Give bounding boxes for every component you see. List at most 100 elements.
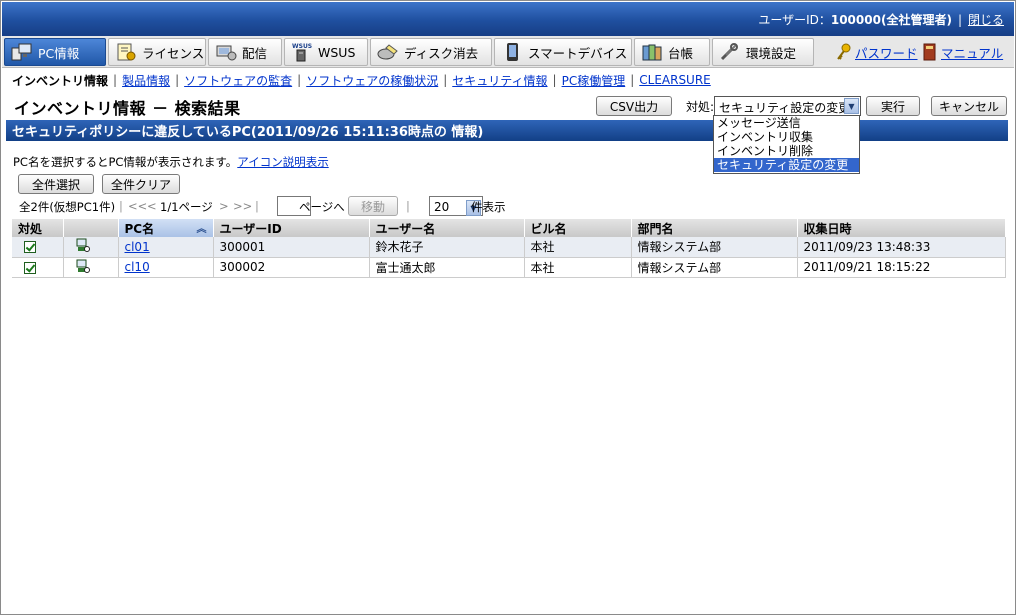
user-label: ユーザーID： [758,13,831,27]
tab-license[interactable]: ライセンス [108,38,206,66]
close-link[interactable]: 閉じる [968,13,1004,27]
delivery-icon [215,42,237,62]
license-icon [115,42,137,62]
col-department[interactable]: 部門名 [631,219,798,237]
user-info: ユーザーID：100000(全社管理者) | 閉じる [758,13,1004,27]
move-button[interactable]: 移動 [348,196,398,216]
user-name-cell: 鈴木花子 [369,237,525,258]
tab-label: 環境設定 [746,45,797,61]
tab-smart-device[interactable]: スマートデバイス [494,38,632,66]
key-icon [836,43,852,61]
cancel-button[interactable]: キャンセル [931,96,1007,116]
prev-page-link[interactable]: < [147,199,157,213]
disk-erase-icon [377,42,399,62]
password-link[interactable]: パスワード [855,43,918,62]
user-id-cell: 300002 [213,257,370,278]
ledger-icon [641,42,663,62]
page-indicator: 1/1ページ [160,200,213,214]
chevron-down-icon[interactable]: ▼ [844,98,859,114]
manual-link-wrap[interactable]: マニュアル [922,38,1003,66]
pager: 全2件(仮想PC1件) | << < 1/1ページ > >> | ページへ 移動… [15,196,1005,216]
table-header: 対処 PC名 ︽ ユーザーID ユーザー名 ビル名 部門名 収集日時 [12,219,1006,237]
action-selected-value: セキュリティ設定の変更 [719,101,851,115]
collected-at-cell: 2011/09/21 18:15:22 [797,257,1006,278]
user-value: 100000(全社管理者) [830,13,952,27]
collected-at-cell: 2011/09/23 13:48:33 [797,237,1006,258]
action-label: 対処: [686,100,715,114]
password-link-wrap[interactable]: パスワード [836,38,918,66]
title-row: インベントリ情報 － 検索結果 CSV出力 対処: セキュリティ設定の変更 ▼ … [2,91,1014,120]
select-all-button[interactable]: 全件選択 [18,174,94,194]
col-user-id[interactable]: ユーザーID [213,219,370,237]
tab-label: ライセンス [142,45,205,61]
first-page-link[interactable]: << [128,199,147,213]
sub-navigation: インベントリ情報 | 製品情報 | ソフトウェアの監査 | ソフトウェアの稼働状況 |… [2,69,1014,91]
building-cell: 本社 [524,257,632,278]
col-user-name[interactable]: ユーザー名 [369,219,525,237]
row-checkbox[interactable] [24,261,36,274]
table-row: cl10 300002 富士通太郎 本社 情報システム部 2011/09/21 … [12,257,1006,278]
results-table: 対処 PC名 ︽ ユーザーID ユーザー名 ビル名 部門名 収集日時 cl01 … [12,219,1006,278]
row-checkbox[interactable] [24,241,36,254]
tab-pc-info[interactable]: PC情報 [4,38,106,66]
row-icon-cell [63,257,119,278]
col-pc-name-label: PC名 [124,221,155,236]
pc-info-icon [11,42,33,62]
clear-all-button[interactable]: 全件クリア [102,174,180,194]
pc-name-link[interactable]: cl10 [125,260,150,274]
pc-name-link[interactable]: cl01 [125,240,150,254]
action-option-change-security[interactable]: セキュリティ設定の変更 [714,158,859,172]
subnav-clearsure[interactable]: CLEARSURE [639,73,711,87]
manual-link[interactable]: マニュアル [941,43,1003,62]
action-option-delete-inventory[interactable]: インベントリ削除 [714,144,859,158]
row-icon-cell [63,237,119,258]
subnav-software-usage[interactable]: ソフトウェアの稼働状況 [306,72,438,89]
csv-export-button[interactable]: CSV出力 [596,96,672,116]
tab-label: WSUS [318,44,356,60]
page-title: インベントリ情報 － 検索結果 [14,99,241,118]
tab-label: ディスク消去 [404,45,479,61]
execute-button[interactable]: 実行 [866,96,920,116]
goto-page-label: ページへ [299,200,345,214]
tab-label: 配信 [242,45,268,61]
svg-text:WSUS: WSUS [292,43,312,50]
tab-delivery[interactable]: 配信 [208,38,282,66]
pc-name-cell: cl10 [118,257,214,278]
col-building[interactable]: ビル名 [524,219,632,237]
last-page-link[interactable]: >> [233,199,252,213]
department-cell: 情報システム部 [631,257,798,278]
subnav-security-info[interactable]: セキュリティ情報 [452,72,547,89]
tab-settings[interactable]: 環境設定 [712,38,814,66]
action-dropdown-list: メッセージ送信 インベントリ収集 インベントリ削除 セキュリティ設定の変更 [713,115,860,174]
user-id-cell: 300001 [213,237,370,258]
top-bar: ユーザーID：100000(全社管理者) | 閉じる [2,2,1014,36]
col-icon [63,219,119,237]
main-tabs: PC情報 ライセンス 配信 WSUS WSUS ディスク消去 スマートデバイス … [2,36,1014,68]
subnav-current: インベントリ情報 [12,73,109,88]
per-page-value: 20 [434,200,450,214]
tab-ledger[interactable]: 台帳 [634,38,710,66]
department-cell: 情報システム部 [631,237,798,258]
tab-wsus[interactable]: WSUS WSUS [284,38,368,66]
icon-legend-link[interactable]: アイコン説明表示 [237,155,328,169]
sort-ascending-icon[interactable]: ︽ [197,220,207,235]
tab-disk-erase[interactable]: ディスク消去 [370,38,492,66]
col-pc-name[interactable]: PC名 ︽ [118,219,214,237]
manual-icon [922,43,938,61]
app-window: ユーザーID：100000(全社管理者) | 閉じる PC情報 ライセンス 配信 W… [0,0,1016,615]
smart-device-icon [501,42,523,62]
action-select[interactable]: セキュリティ設定の変更 ▼ [714,96,861,116]
pc-status-icon [76,259,90,276]
subnav-software-audit[interactable]: ソフトウェアの監査 [184,72,292,89]
action-option-send-message[interactable]: メッセージ送信 [714,116,859,130]
result-count: 全2件(仮想PC1件) [19,200,116,214]
pc-name-cell: cl01 [118,237,214,258]
subnav-product-info[interactable]: 製品情報 [122,72,170,89]
user-name-cell: 富士通太郎 [369,257,525,278]
subnav-pc-operation[interactable]: PC稼働管理 [562,72,626,89]
hint-text: PC名を選択するとPC情報が表示されます。アイコン説明表示 [13,154,329,170]
hint-label: PC名を選択するとPC情報が表示されます。 [13,155,238,169]
next-page-link[interactable]: > [219,199,229,213]
action-option-collect-inventory[interactable]: インベントリ収集 [714,130,859,144]
col-collected-at[interactable]: 収集日時 [797,219,1006,237]
